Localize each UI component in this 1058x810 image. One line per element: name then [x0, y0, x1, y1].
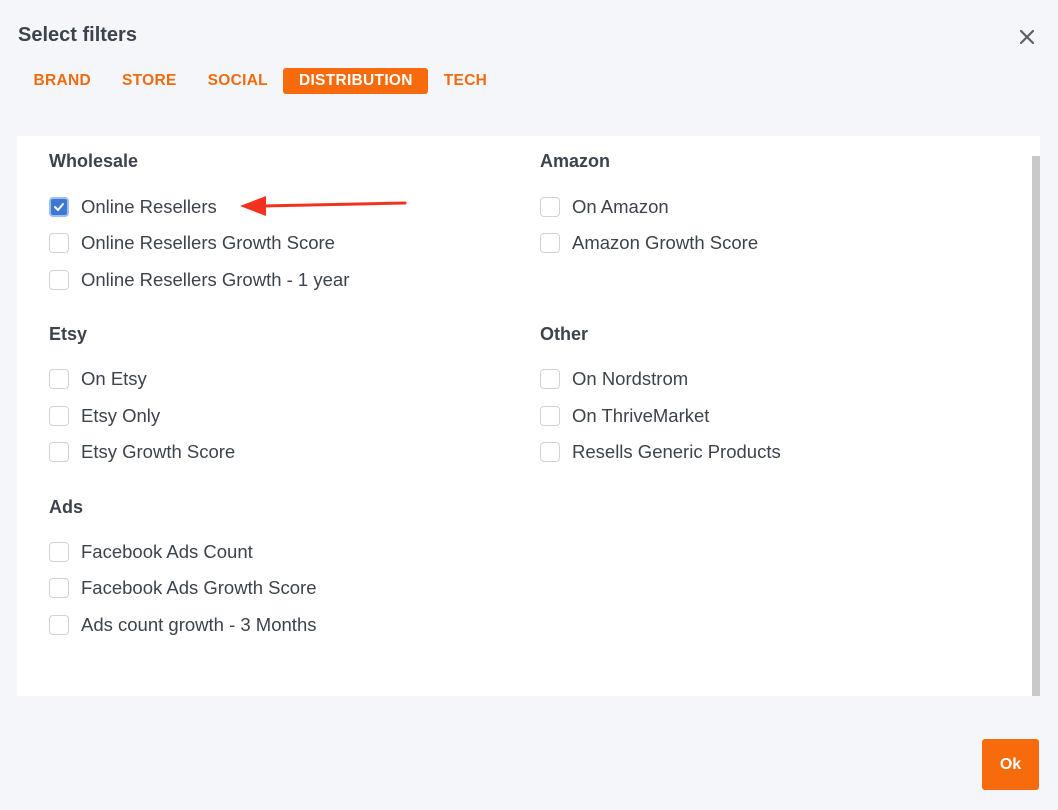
filter-option-online-resellers-growth-score[interactable]: Online Resellers Growth Score: [49, 231, 335, 255]
checkbox[interactable]: [49, 542, 69, 562]
close-button[interactable]: [1014, 24, 1040, 50]
checkbox[interactable]: [540, 233, 560, 253]
group-wholesale: Wholesale: [49, 148, 138, 174]
filter-option-resells-generic-products[interactable]: Resells Generic Products: [540, 440, 781, 464]
filter-option-etsy-growth-score[interactable]: Etsy Growth Score: [49, 440, 235, 464]
checkbox[interactable]: [49, 233, 69, 253]
tab-store[interactable]: STORE: [106, 68, 192, 94]
filter-option-on-amazon[interactable]: On Amazon: [540, 195, 669, 219]
group-title-other: Other: [540, 324, 589, 344]
group-title-ads: Ads: [49, 497, 84, 517]
filter-option-on-nordstrom[interactable]: On Nordstrom: [540, 367, 688, 391]
tab-tech[interactable]: TECH: [428, 68, 502, 94]
checkbox[interactable]: [49, 442, 69, 462]
filter-option-on-thrivemarket[interactable]: On ThriveMarket: [540, 404, 709, 428]
filter-tabs: BRAND STORE SOCIAL DISTRIBUTION TECH: [18, 68, 503, 94]
tab-social[interactable]: SOCIAL: [192, 68, 283, 94]
group-amazon: Amazon: [540, 148, 610, 174]
option-label: Online Resellers: [81, 196, 217, 217]
filter-option-ads-count-growth-3-months[interactable]: Ads count growth - 3 Months: [49, 613, 316, 637]
filter-option-etsy-only[interactable]: Etsy Only: [49, 404, 160, 428]
group-title-wholesale: Wholesale: [49, 151, 139, 171]
filters-panel: [17, 136, 1040, 696]
option-label: Facebook Ads Count: [81, 541, 253, 562]
checkbox[interactable]: [49, 270, 69, 290]
option-label: Facebook Ads Growth Score: [81, 577, 317, 598]
tab-distribution[interactable]: DISTRIBUTION: [283, 68, 429, 94]
filter-option-facebook-ads-growth-score[interactable]: Facebook Ads Growth Score: [49, 576, 316, 600]
checkbox[interactable]: [49, 615, 69, 635]
option-label: On Nordstrom: [572, 368, 689, 389]
filter-option-on-etsy[interactable]: On Etsy: [49, 367, 147, 391]
checkmark-icon: [54, 203, 64, 211]
checkbox[interactable]: [49, 369, 69, 389]
checkbox[interactable]: [49, 406, 69, 426]
group-ads: Ads: [49, 494, 83, 520]
filter-option-facebook-ads-count[interactable]: Facebook Ads Count: [49, 540, 253, 564]
checkbox[interactable]: [540, 197, 560, 217]
option-label: Resells Generic Products: [572, 441, 781, 462]
option-label: Ads count growth - 3 Months: [81, 614, 317, 635]
arrow-left-icon: [240, 196, 407, 216]
checkbox[interactable]: [540, 406, 560, 426]
option-label: Etsy Growth Score: [81, 441, 236, 462]
checkbox[interactable]: [540, 442, 560, 462]
group-etsy: Etsy: [49, 321, 87, 347]
filter-option-amazon-growth-score[interactable]: Amazon Growth Score: [540, 231, 758, 255]
option-label: On ThriveMarket: [572, 405, 710, 426]
dialog-title: Select filters: [18, 24, 137, 46]
ok-button[interactable]: Ok: [982, 739, 1039, 790]
option-label: Amazon Growth Score: [572, 232, 759, 253]
tab-brand[interactable]: BRAND: [18, 68, 106, 94]
group-other: Other: [540, 321, 588, 347]
option-label: Online Resellers Growth - 1 year: [81, 269, 350, 290]
option-label: On Amazon: [572, 196, 669, 217]
checkbox-checked[interactable]: [49, 197, 69, 217]
group-title-etsy: Etsy: [49, 324, 88, 344]
option-label: Online Resellers Growth Score: [81, 232, 335, 253]
option-label: On Etsy: [81, 368, 147, 389]
scrollbar[interactable]: [1032, 156, 1040, 696]
checkbox[interactable]: [540, 369, 560, 389]
close-icon: [1019, 29, 1035, 45]
filter-option-online-resellers[interactable]: Online Resellers: [49, 195, 217, 219]
checkbox[interactable]: [49, 578, 69, 598]
option-label: Etsy Only: [81, 405, 161, 426]
filter-option-online-resellers-growth-1-year[interactable]: Online Resellers Growth - 1 year: [49, 268, 349, 292]
group-title-amazon: Amazon: [540, 151, 611, 171]
